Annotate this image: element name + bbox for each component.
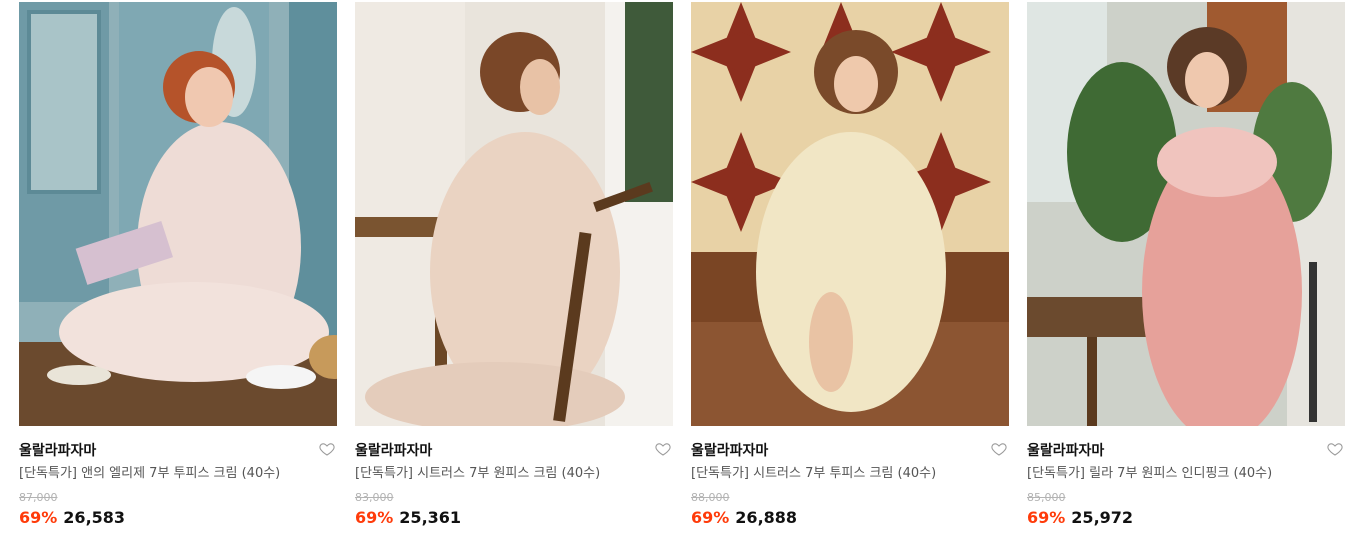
product-image[interactable]	[691, 2, 1009, 426]
product-photo-1	[19, 2, 337, 426]
product-card[interactable]: 울랄라파자마 [단독특가] 시트러스 7부 투피스 크림 (40수) 88,00…	[691, 2, 1009, 537]
product-image[interactable]	[1027, 2, 1345, 426]
price-row: 69% 25,972	[1027, 507, 1345, 529]
discount-rate: 69%	[355, 508, 394, 527]
product-grid: 울랄라파자마 [단독특가] 앤의 엘리제 7부 투피스 크림 (40수) 87,…	[0, 0, 1348, 541]
discount-rate: 69%	[1027, 508, 1066, 527]
product-photo-3	[691, 2, 1009, 426]
price-row: 69% 26,583	[19, 507, 337, 529]
brand-row: 울랄라파자마	[19, 440, 337, 460]
product-image[interactable]	[355, 2, 673, 426]
heart-outline-icon[interactable]	[655, 441, 671, 457]
price-row: 69% 25,361	[355, 507, 673, 529]
brand-name[interactable]: 울랄라파자마	[691, 443, 768, 459]
heart-outline-icon[interactable]	[1327, 441, 1343, 457]
brand-name[interactable]: 울랄라파자마	[1027, 443, 1104, 459]
original-price: 88,000	[691, 491, 730, 504]
product-image[interactable]	[19, 2, 337, 426]
price-row: 69% 26,888	[691, 507, 1009, 529]
brand-name[interactable]: 울랄라파자마	[355, 443, 432, 459]
product-card[interactable]: 울랄라파자마 [단독특가] 앤의 엘리제 7부 투피스 크림 (40수) 87,…	[19, 2, 337, 537]
original-price: 83,000	[355, 491, 394, 504]
product-card[interactable]: 울랄라파자마 [단독특가] 릴라 7부 원피스 인디핑크 (40수) 85,00…	[1027, 2, 1345, 537]
brand-row: 울랄라파자마	[691, 440, 1009, 460]
sale-price: 26,888	[735, 508, 798, 527]
sale-price: 25,361	[399, 508, 462, 527]
original-price: 87,000	[19, 491, 58, 504]
brand-name[interactable]: 울랄라파자마	[19, 443, 96, 459]
product-title[interactable]: [단독특가] 시트러스 7부 원피스 크림 (40수)	[355, 465, 673, 483]
discount-rate: 69%	[19, 508, 58, 527]
sale-price: 25,972	[1071, 508, 1134, 527]
product-title[interactable]: [단독특가] 시트러스 7부 투피스 크림 (40수)	[691, 465, 1009, 483]
heart-outline-icon[interactable]	[319, 441, 335, 457]
product-photo-2	[355, 2, 673, 426]
product-card[interactable]: 울랄라파자마 [단독특가] 시트러스 7부 원피스 크림 (40수) 83,00…	[355, 2, 673, 537]
product-title[interactable]: [단독특가] 릴라 7부 원피스 인디핑크 (40수)	[1027, 465, 1345, 483]
heart-outline-icon[interactable]	[991, 441, 1007, 457]
discount-rate: 69%	[691, 508, 730, 527]
product-title[interactable]: [단독특가] 앤의 엘리제 7부 투피스 크림 (40수)	[19, 465, 337, 483]
brand-row: 울랄라파자마	[355, 440, 673, 460]
product-photo-4	[1027, 2, 1345, 426]
sale-price: 26,583	[63, 508, 126, 527]
brand-row: 울랄라파자마	[1027, 440, 1345, 460]
original-price: 85,000	[1027, 491, 1066, 504]
